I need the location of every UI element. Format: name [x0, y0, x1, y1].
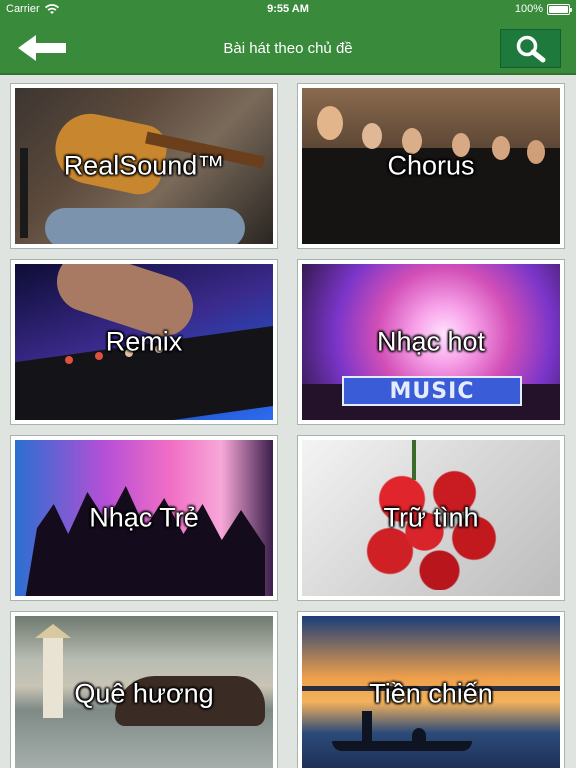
- conical-hat: [35, 624, 71, 638]
- category-tile-tien-chien[interactable]: Tiền chiến: [297, 611, 565, 768]
- music-banner: MUSIC: [342, 376, 522, 406]
- dancers-silhouette: [25, 486, 265, 596]
- stem: [412, 440, 416, 480]
- singer-face: [317, 106, 343, 140]
- boat-shape: [332, 741, 472, 751]
- battery-percent: 100%: [514, 3, 543, 15]
- category-label: Remix: [105, 326, 183, 357]
- category-label: Tiền chiến: [369, 678, 493, 709]
- category-label: Nhạc Trẻ: [89, 502, 199, 533]
- category-image: MUSIC Nhạc hot: [302, 264, 560, 420]
- category-tile-remix[interactable]: Remix: [10, 259, 278, 425]
- category-label: Chorus: [387, 150, 475, 181]
- jeans-shape: [45, 208, 245, 244]
- search-icon: [516, 35, 545, 62]
- category-grid: RealSound™ Chorus Remix MUSIC Nhạc hot N…: [0, 75, 576, 768]
- category-image: Nhạc Trẻ: [15, 440, 273, 596]
- category-label: Nhạc hot: [376, 326, 486, 357]
- search-button[interactable]: [500, 29, 561, 68]
- singer-face: [362, 123, 382, 149]
- category-tile-realsound[interactable]: RealSound™: [10, 83, 278, 249]
- category-label: RealSound™: [63, 150, 225, 181]
- music-banner-text: MUSIC: [389, 378, 475, 404]
- battery-icon: [547, 3, 572, 15]
- header-bar: Carrier 9:55 AM 100% Bài hát theo chủ đề: [0, 0, 576, 75]
- status-right: 100%: [514, 3, 572, 15]
- category-image: Remix: [15, 264, 273, 420]
- category-label: Quê hương: [74, 678, 214, 709]
- category-tile-tru-tinh[interactable]: Trữ tình: [297, 435, 565, 601]
- category-image: Trữ tình: [302, 440, 560, 596]
- page-title: Bài hát theo chủ đề: [223, 40, 353, 57]
- status-bar: Carrier 9:55 AM 100%: [0, 0, 576, 20]
- category-tile-que-huong[interactable]: Quê hương: [10, 611, 278, 768]
- category-image: RealSound™: [15, 88, 273, 244]
- battery-fill: [549, 5, 568, 13]
- category-image: Tiền chiến: [302, 616, 560, 768]
- boatman-figure: [362, 711, 372, 743]
- category-image: Quê hương: [15, 616, 273, 768]
- category-image: Chorus: [302, 88, 560, 244]
- category-label: Trữ tình: [383, 502, 479, 533]
- category-tile-chorus[interactable]: Chorus: [297, 83, 565, 249]
- category-tile-nhac-tre[interactable]: Nhạc Trẻ: [10, 435, 278, 601]
- category-tile-nhac-hot[interactable]: MUSIC Nhạc hot: [297, 259, 565, 425]
- status-time: 9:55 AM: [267, 3, 309, 15]
- passenger-figure: [412, 728, 426, 744]
